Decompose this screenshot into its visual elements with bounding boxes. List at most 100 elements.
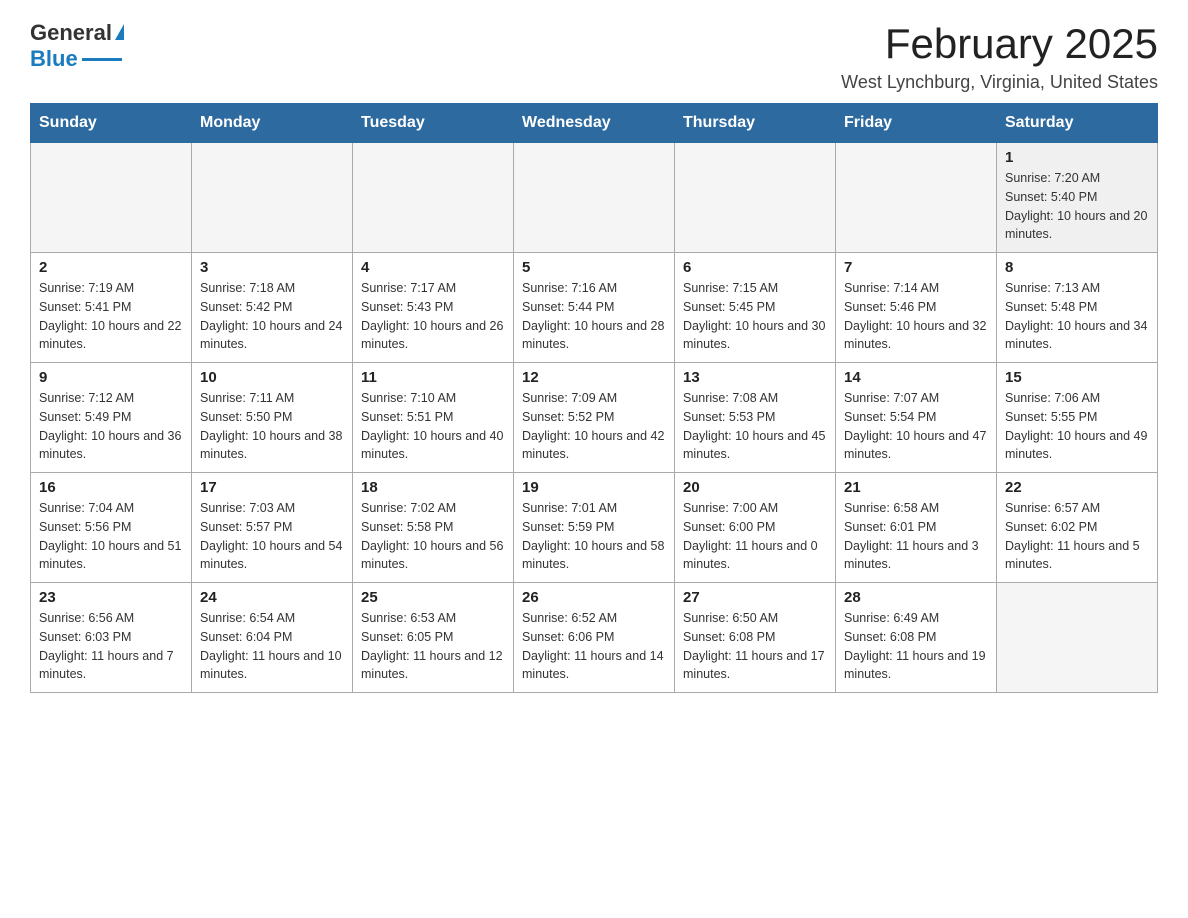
calendar-cell: 18Sunrise: 7:02 AMSunset: 5:58 PMDayligh…	[353, 473, 514, 583]
day-info: Sunrise: 7:02 AMSunset: 5:58 PMDaylight:…	[361, 499, 505, 574]
day-number: 7	[844, 259, 988, 276]
day-info: Sunrise: 7:11 AMSunset: 5:50 PMDaylight:…	[200, 389, 344, 464]
day-info: Sunrise: 7:10 AMSunset: 5:51 PMDaylight:…	[361, 389, 505, 464]
day-info: Sunrise: 7:13 AMSunset: 5:48 PMDaylight:…	[1005, 279, 1149, 354]
page-header: General Blue February 2025 West Lynchbur…	[30, 20, 1158, 93]
day-info: Sunrise: 6:53 AMSunset: 6:05 PMDaylight:…	[361, 609, 505, 684]
calendar-header-monday: Monday	[192, 104, 353, 143]
day-info: Sunrise: 7:09 AMSunset: 5:52 PMDaylight:…	[522, 389, 666, 464]
day-info: Sunrise: 7:12 AMSunset: 5:49 PMDaylight:…	[39, 389, 183, 464]
logo-triangle-icon	[115, 24, 124, 40]
calendar-week-row-3: 9 Sunrise: 7:12 AMSunset: 5:49 PMDaylight…	[31, 363, 1158, 473]
title-block: February 2025 West Lynchburg, Virginia, …	[841, 20, 1158, 93]
day-number: 8	[1005, 259, 1149, 276]
calendar-cell	[997, 583, 1158, 693]
day-number: 1	[1005, 149, 1149, 166]
day-number: 17	[200, 479, 344, 496]
day-info: Sunrise: 7:00 AMSunset: 6:00 PMDaylight:…	[683, 499, 827, 574]
calendar-week-row-1: 1 Sunrise: 7:20 AMSunset: 5:40 PMDaylight…	[31, 143, 1158, 253]
calendar-cell: 23 Sunrise: 6:56 AMSunset: 6:03 PMDayligh…	[31, 583, 192, 693]
calendar-header-row: SundayMondayTuesdayWednesdayThursdayFrid…	[31, 104, 1158, 143]
day-info: Sunrise: 7:01 AMSunset: 5:59 PMDaylight:…	[522, 499, 666, 574]
day-number: 28	[844, 589, 988, 606]
calendar-cell: 25Sunrise: 6:53 AMSunset: 6:05 PMDayligh…	[353, 583, 514, 693]
calendar-header-saturday: Saturday	[997, 104, 1158, 143]
day-info: Sunrise: 7:19 AMSunset: 5:41 PMDaylight:…	[39, 279, 183, 354]
calendar-cell: 8 Sunrise: 7:13 AMSunset: 5:48 PMDaylight…	[997, 253, 1158, 363]
day-info: Sunrise: 6:58 AMSunset: 6:01 PMDaylight:…	[844, 499, 988, 574]
day-number: 5	[522, 259, 666, 276]
logo-underline	[82, 58, 122, 61]
day-number: 10	[200, 369, 344, 386]
calendar-cell	[836, 143, 997, 253]
calendar-cell	[192, 143, 353, 253]
calendar-cell: 12Sunrise: 7:09 AMSunset: 5:52 PMDayligh…	[514, 363, 675, 473]
day-info: Sunrise: 7:16 AMSunset: 5:44 PMDaylight:…	[522, 279, 666, 354]
day-info: Sunrise: 7:18 AMSunset: 5:42 PMDaylight:…	[200, 279, 344, 354]
day-number: 3	[200, 259, 344, 276]
day-number: 4	[361, 259, 505, 276]
logo-blue-text: Blue	[30, 46, 78, 72]
day-info: Sunrise: 6:54 AMSunset: 6:04 PMDaylight:…	[200, 609, 344, 684]
calendar-cell: 24Sunrise: 6:54 AMSunset: 6:04 PMDayligh…	[192, 583, 353, 693]
calendar-table: SundayMondayTuesdayWednesdayThursdayFrid…	[30, 103, 1158, 693]
day-number: 2	[39, 259, 183, 276]
day-info: Sunrise: 7:20 AMSunset: 5:40 PMDaylight:…	[1005, 169, 1149, 244]
calendar-cell	[514, 143, 675, 253]
day-number: 11	[361, 369, 505, 386]
calendar-cell: 19 Sunrise: 7:01 AMSunset: 5:59 PMDayligh…	[514, 473, 675, 583]
calendar-week-row-2: 2 Sunrise: 7:19 AMSunset: 5:41 PMDaylight…	[31, 253, 1158, 363]
calendar-week-row-4: 16 Sunrise: 7:04 AMSunset: 5:56 PMDayligh…	[31, 473, 1158, 583]
calendar-cell: 15 Sunrise: 7:06 AMSunset: 5:55 PMDayligh…	[997, 363, 1158, 473]
day-info: Sunrise: 6:50 AMSunset: 6:08 PMDaylight:…	[683, 609, 827, 684]
day-number: 23	[39, 589, 183, 606]
calendar-cell	[675, 143, 836, 253]
calendar-cell: 14 Sunrise: 7:07 AMSunset: 5:54 PMDayligh…	[836, 363, 997, 473]
calendar-cell: 22 Sunrise: 6:57 AMSunset: 6:02 PMDayligh…	[997, 473, 1158, 583]
calendar-cell: 17Sunrise: 7:03 AMSunset: 5:57 PMDayligh…	[192, 473, 353, 583]
calendar-cell: 21 Sunrise: 6:58 AMSunset: 6:01 PMDayligh…	[836, 473, 997, 583]
calendar-cell: 1 Sunrise: 7:20 AMSunset: 5:40 PMDaylight…	[997, 143, 1158, 253]
day-number: 16	[39, 479, 183, 496]
day-info: Sunrise: 6:52 AMSunset: 6:06 PMDaylight:…	[522, 609, 666, 684]
calendar-header-friday: Friday	[836, 104, 997, 143]
calendar-cell: 3 Sunrise: 7:18 AMSunset: 5:42 PMDaylight…	[192, 253, 353, 363]
calendar-cell: 10 Sunrise: 7:11 AMSunset: 5:50 PMDayligh…	[192, 363, 353, 473]
day-number: 9	[39, 369, 183, 386]
day-info: Sunrise: 7:06 AMSunset: 5:55 PMDaylight:…	[1005, 389, 1149, 464]
calendar-cell: 28 Sunrise: 6:49 AMSunset: 6:08 PMDayligh…	[836, 583, 997, 693]
calendar-cell: 7 Sunrise: 7:14 AMSunset: 5:46 PMDaylight…	[836, 253, 997, 363]
logo-general-text: General	[30, 20, 112, 46]
day-number: 22	[1005, 479, 1149, 496]
day-number: 21	[844, 479, 988, 496]
calendar-cell: 16 Sunrise: 7:04 AMSunset: 5:56 PMDayligh…	[31, 473, 192, 583]
calendar-header-sunday: Sunday	[31, 104, 192, 143]
calendar-cell	[31, 143, 192, 253]
calendar-header-wednesday: Wednesday	[514, 104, 675, 143]
day-number: 20	[683, 479, 827, 496]
day-number: 14	[844, 369, 988, 386]
calendar-cell: 20 Sunrise: 7:00 AMSunset: 6:00 PMDayligh…	[675, 473, 836, 583]
logo-blue-row: Blue	[30, 46, 122, 72]
day-info: Sunrise: 6:49 AMSunset: 6:08 PMDaylight:…	[844, 609, 988, 684]
day-number: 26	[522, 589, 666, 606]
logo-wordmark: General	[30, 20, 124, 46]
calendar-cell: 27Sunrise: 6:50 AMSunset: 6:08 PMDayligh…	[675, 583, 836, 693]
day-info: Sunrise: 6:56 AMSunset: 6:03 PMDaylight:…	[39, 609, 183, 684]
calendar-cell: 13Sunrise: 7:08 AMSunset: 5:53 PMDayligh…	[675, 363, 836, 473]
day-number: 15	[1005, 369, 1149, 386]
day-number: 6	[683, 259, 827, 276]
calendar-week-row-5: 23 Sunrise: 6:56 AMSunset: 6:03 PMDayligh…	[31, 583, 1158, 693]
calendar-cell: 26 Sunrise: 6:52 AMSunset: 6:06 PMDayligh…	[514, 583, 675, 693]
calendar-cell: 9 Sunrise: 7:12 AMSunset: 5:49 PMDaylight…	[31, 363, 192, 473]
calendar-cell	[353, 143, 514, 253]
day-info: Sunrise: 6:57 AMSunset: 6:02 PMDaylight:…	[1005, 499, 1149, 574]
month-year-title: February 2025	[841, 20, 1158, 68]
day-info: Sunrise: 7:04 AMSunset: 5:56 PMDaylight:…	[39, 499, 183, 574]
day-number: 19	[522, 479, 666, 496]
day-number: 13	[683, 369, 827, 386]
calendar-cell: 11 Sunrise: 7:10 AMSunset: 5:51 PMDayligh…	[353, 363, 514, 473]
day-info: Sunrise: 7:07 AMSunset: 5:54 PMDaylight:…	[844, 389, 988, 464]
calendar-cell: 4Sunrise: 7:17 AMSunset: 5:43 PMDaylight…	[353, 253, 514, 363]
day-info: Sunrise: 7:14 AMSunset: 5:46 PMDaylight:…	[844, 279, 988, 354]
